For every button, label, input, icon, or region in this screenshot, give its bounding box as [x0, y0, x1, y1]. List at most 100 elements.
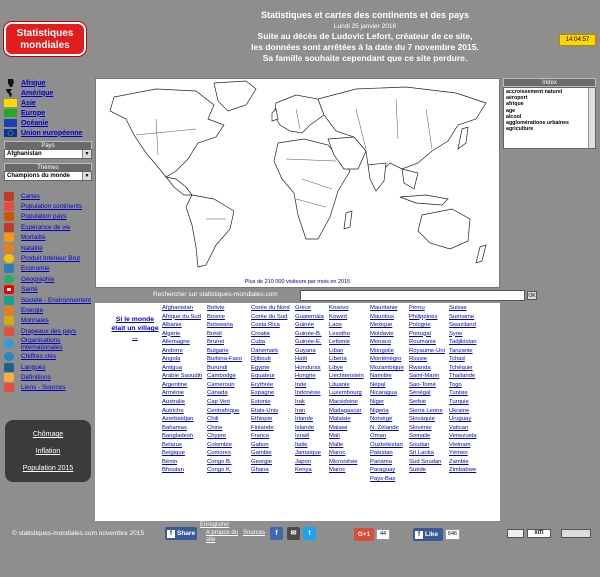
country-link[interactable]: Mozambique	[370, 364, 410, 373]
country-link[interactable]: Brésil	[207, 330, 247, 339]
country-link[interactable]: Slovénie	[409, 424, 449, 433]
country-link[interactable]: Micronésie	[329, 458, 369, 467]
country-link[interactable]: Malaisie	[329, 415, 369, 424]
country-link[interactable]: N. Zélande	[370, 424, 410, 433]
country-link[interactable]: Cameroun	[207, 381, 247, 390]
country-link[interactable]: Afrique du Sud	[162, 313, 202, 322]
country-link[interactable]: Estonie	[251, 398, 291, 407]
country-link[interactable]: Sénégal	[409, 389, 449, 398]
menu-link[interactable]: Liens - Sources	[21, 384, 65, 391]
twitter-icon[interactable]: t	[303, 527, 316, 540]
country-link[interactable]: Vietnam	[449, 441, 489, 450]
country-link[interactable]: Mauritius	[370, 313, 410, 322]
country-link[interactable]: Suriname	[449, 313, 489, 322]
country-link[interactable]: Mongolie	[370, 347, 410, 356]
country-link[interactable]: Pakistan	[370, 449, 410, 458]
continent-link[interactable]: Union européenne	[21, 130, 82, 137]
menu-link[interactable]: Natalité	[21, 245, 43, 252]
inflation-button[interactable]: Inflation	[5, 443, 91, 460]
menu-link[interactable]: Santé	[21, 286, 38, 293]
menu-link[interactable]: Définitions	[21, 374, 51, 381]
country-link[interactable]: Bolivie	[207, 304, 247, 313]
menu-link[interactable]: Monnaies	[21, 317, 49, 324]
country-link[interactable]: Zimbabwe	[449, 466, 489, 475]
index-list[interactable]: accroissement naturel aéroport afrique a…	[503, 87, 596, 149]
menu-item-esperance-de-vie[interactable]: Espérance de vie	[4, 222, 96, 232]
country-link[interactable]: Panama	[370, 458, 410, 467]
menu-link[interactable]: Produit Intérieur Brut	[21, 255, 80, 262]
facebook-like-button[interactable]: f Like	[413, 528, 443, 541]
chomage-button[interactable]: Chômage	[5, 426, 91, 443]
world-map[interactable]: Plus de 210 000 visiteurs par mois en 20…	[95, 78, 500, 288]
country-link[interactable]: Namibie	[370, 372, 410, 381]
country-link[interactable]: Cap Vert	[207, 398, 247, 407]
continent-link[interactable]: Amérique	[21, 90, 53, 97]
menu-item-population-pays[interactable]: Population pays	[4, 212, 96, 222]
menu-item-sante[interactable]: Santé	[4, 285, 96, 295]
sources-link[interactable]: Sources	[243, 530, 265, 537]
facebook-share-button[interactable]: f Share	[165, 527, 197, 540]
country-link[interactable]: Maroc	[329, 466, 369, 475]
country-link[interactable]: Comores	[207, 449, 247, 458]
country-link[interactable]: Colombie	[207, 441, 247, 450]
country-link[interactable]: Vatican	[449, 424, 489, 433]
menu-link[interactable]: Société - Environnement	[21, 297, 91, 304]
population-2015-button[interactable]: Population 2015	[5, 460, 91, 477]
country-link[interactable]: Népal	[370, 381, 410, 390]
country-link[interactable]: Canada	[207, 389, 247, 398]
continent-link[interactable]: Europe	[21, 110, 45, 117]
country-link[interactable]: Congo K.	[207, 466, 247, 475]
xiti-badge[interactable]: XITI	[527, 529, 551, 538]
country-link[interactable]: Espagne	[251, 389, 291, 398]
site-logo[interactable]: Statistiques mondiales	[4, 22, 86, 56]
menu-link[interactable]: Espérance de vie	[21, 224, 70, 231]
menu-link[interactable]: Mortalité	[21, 234, 46, 241]
country-link[interactable]: Corée du Nord	[251, 304, 291, 313]
search-ok-button[interactable]: OK	[527, 291, 537, 300]
country-link[interactable]: Luxembourg	[329, 389, 369, 398]
country-link[interactable]: Equateur	[251, 372, 291, 381]
menu-link[interactable]: Langues	[21, 364, 46, 371]
country-link[interactable]: Slovaquie	[409, 415, 449, 424]
country-link[interactable]: Tchad	[449, 355, 489, 364]
country-link[interactable]: Belarus	[162, 441, 202, 450]
country-link[interactable]: Liechtenstein	[329, 372, 369, 381]
country-link[interactable]: Ouzbékistan	[370, 441, 410, 450]
country-link[interactable]: Madagascar	[329, 407, 369, 416]
country-link[interactable]: Lesotho	[329, 330, 369, 339]
continent-amerique[interactable]: Amérique	[4, 88, 94, 98]
country-link[interactable]: Centrafrique	[207, 407, 247, 416]
facebook-icon[interactable]: f	[270, 527, 283, 540]
country-link[interactable]: Ethiopie	[251, 415, 291, 424]
country-link[interactable]: Angola	[162, 355, 202, 364]
country-link[interactable]: Mexique	[370, 321, 410, 330]
country-link[interactable]: Arabie Saoudite	[162, 372, 202, 381]
continent-union-europeenne[interactable]: Union européenne	[4, 128, 94, 138]
search-input[interactable]	[300, 290, 525, 301]
country-link[interactable]: Burundi	[207, 364, 247, 373]
country-link[interactable]: Afghanistan	[162, 304, 202, 313]
menu-link[interactable]: Géographie	[21, 276, 54, 283]
country-link[interactable]: Chypre	[207, 432, 247, 441]
country-link[interactable]: Libye	[329, 364, 369, 373]
country-link[interactable]: Serbie	[409, 398, 449, 407]
country-link[interactable]: Royaume-Uni	[409, 347, 449, 356]
country-link[interactable]: Gambie	[251, 449, 291, 458]
menu-item-drapeaux[interactable]: Drapeaux des pays	[4, 326, 96, 336]
country-link[interactable]: Chili	[207, 415, 247, 424]
country-link[interactable]: Algérie	[162, 330, 202, 339]
country-link[interactable]: Malte	[329, 441, 369, 450]
country-link[interactable]: Nigeria	[370, 407, 410, 416]
country-link[interactable]: Pays-Bas	[370, 475, 410, 484]
country-link[interactable]: Laos	[329, 321, 369, 330]
email-icon[interactable]: ✉	[287, 527, 300, 540]
menu-link[interactable]: Population continents	[21, 203, 82, 210]
continent-link[interactable]: Afrique	[21, 80, 46, 87]
about-link[interactable]: A propos du site	[206, 530, 240, 544]
menu-item-liens[interactable]: Liens - Sources	[4, 383, 96, 393]
chevron-down-icon[interactable]: ▼	[82, 172, 91, 180]
country-link[interactable]: Tunisie	[449, 389, 489, 398]
country-link[interactable]: Macédoine	[329, 398, 369, 407]
country-link[interactable]: Brunei	[207, 338, 247, 347]
country-link[interactable]: Lituanie	[329, 381, 369, 390]
